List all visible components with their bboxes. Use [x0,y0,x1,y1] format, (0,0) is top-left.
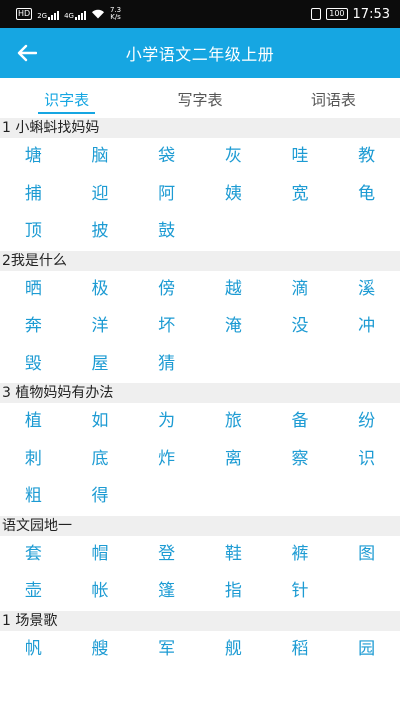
vibrate-icon [311,8,322,20]
character-item[interactable]: 刺 [0,441,67,479]
character-item[interactable]: 裤 [267,536,334,574]
page-title: 小学语文二年级上册 [125,45,275,64]
character-item[interactable]: 猜 [133,346,200,384]
character-item[interactable]: 艘 [67,631,134,665]
character-item[interactable]: 冲 [333,308,400,346]
character-item[interactable]: 察 [267,441,334,479]
character-item[interactable]: 粗 [0,478,67,516]
status-bar: HD 2G 4G 7.3 K/s 100 17:53 [0,0,400,28]
character-item[interactable]: 塘 [0,138,67,176]
character-item[interactable]: 淹 [200,308,267,346]
character-item[interactable]: 帆 [0,631,67,665]
character-item[interactable]: 屋 [67,346,134,384]
character-grid: 塘脑袋灰哇教捕迎阿姨宽龟顶披鼓 [0,138,400,251]
character-grid: 植如为旅备纷刺底炸离察识粗得 [0,403,400,516]
character-item[interactable]: 帽 [67,536,134,574]
character-item[interactable]: 底 [67,441,134,479]
character-item[interactable]: 旅 [200,403,267,441]
character-item[interactable]: 龟 [333,176,400,214]
character-item[interactable]: 坏 [133,308,200,346]
signal-icon-2: 4G [64,9,86,20]
character-item[interactable]: 篷 [133,573,200,611]
character-grid: 套帽登鞋裤图壶帐篷指针 [0,536,400,611]
section-header: 1 场景歌 [0,610,400,631]
character-item[interactable]: 针 [267,573,334,611]
character-item[interactable]: 极 [67,271,134,309]
character-item[interactable]: 图 [333,536,400,574]
tab-recognize[interactable]: 识字表 [0,78,133,118]
section-header: 语文园地一 [0,515,400,536]
tab-write[interactable]: 写字表 [133,78,266,118]
character-item[interactable]: 滴 [267,271,334,309]
character-grid: 帆艘军舰稻园 [0,631,400,665]
character-item[interactable]: 纷 [333,403,400,441]
character-item[interactable]: 登 [133,536,200,574]
character-item[interactable]: 得 [67,478,134,516]
sig2-label: 4G [64,11,74,20]
character-item[interactable]: 指 [200,573,267,611]
character-item[interactable]: 迎 [67,176,134,214]
character-item[interactable]: 植 [0,403,67,441]
character-list: 1 小蝌蚪找妈妈塘脑袋灰哇教捕迎阿姨宽龟顶披鼓 2我是什么晒极傍越滴溪奔洋坏淹没冲… [0,118,400,664]
character-item[interactable]: 阿 [133,176,200,214]
back-button[interactable] [12,38,42,68]
character-item[interactable]: 套 [0,536,67,574]
character-item[interactable]: 军 [133,631,200,665]
character-item[interactable]: 脑 [67,138,134,176]
wifi-icon [91,9,104,19]
hd-icon: HD [16,8,33,20]
character-item[interactable]: 傍 [133,271,200,309]
character-item[interactable]: 稻 [267,631,334,665]
character-item[interactable]: 顶 [0,213,67,251]
character-item[interactable]: 姨 [200,176,267,214]
character-item[interactable]: 园 [333,631,400,665]
character-item[interactable]: 灰 [200,138,267,176]
section-header: 2我是什么 [0,250,400,271]
arrow-left-icon [17,44,37,62]
character-item[interactable]: 为 [133,403,200,441]
character-item[interactable]: 越 [200,271,267,309]
character-item[interactable]: 洋 [67,308,134,346]
character-item[interactable]: 教 [333,138,400,176]
character-item[interactable]: 宽 [267,176,334,214]
status-left: HD 2G 4G 7.3 K/s [16,7,121,21]
tab-words[interactable]: 词语表 [267,78,400,118]
character-item[interactable]: 备 [267,403,334,441]
character-item[interactable]: 捕 [0,176,67,214]
character-item[interactable]: 壶 [0,573,67,611]
signal-icon-1: 2G [37,9,60,20]
character-item[interactable]: 鞋 [200,536,267,574]
net-speed-unit: K/s [110,13,121,21]
app-bar: 小学语文二年级上册 [0,28,400,78]
character-item[interactable]: 舰 [200,631,267,665]
character-item[interactable]: 晒 [0,271,67,309]
clock: 17:53 [352,6,390,22]
character-item[interactable]: 袋 [133,138,200,176]
character-item[interactable]: 鼓 [133,213,200,251]
section-header: 3 植物妈妈有办法 [0,383,400,403]
character-item[interactable]: 离 [200,441,267,479]
battery-icon: 100 [326,8,348,20]
status-right: 100 17:53 [311,7,390,22]
character-item[interactable]: 如 [67,403,134,441]
character-grid: 晒极傍越滴溪奔洋坏淹没冲毁屋猜 [0,271,400,384]
character-item[interactable]: 毁 [0,346,67,384]
character-item[interactable]: 炸 [133,441,200,479]
section-header: 1 小蝌蚪找妈妈 [0,118,400,138]
character-item[interactable]: 溪 [333,271,400,309]
character-item[interactable]: 识 [333,441,400,479]
character-item[interactable]: 奔 [0,308,67,346]
character-item[interactable]: 帐 [67,573,134,611]
character-item[interactable]: 没 [267,308,334,346]
tab-bar: 识字表 写字表 词语表 [0,78,400,118]
character-item[interactable]: 披 [67,213,134,251]
network-speed: 7.3 K/s [110,7,121,21]
character-item[interactable]: 哇 [267,138,334,176]
sig1-label: 2G [37,11,48,20]
